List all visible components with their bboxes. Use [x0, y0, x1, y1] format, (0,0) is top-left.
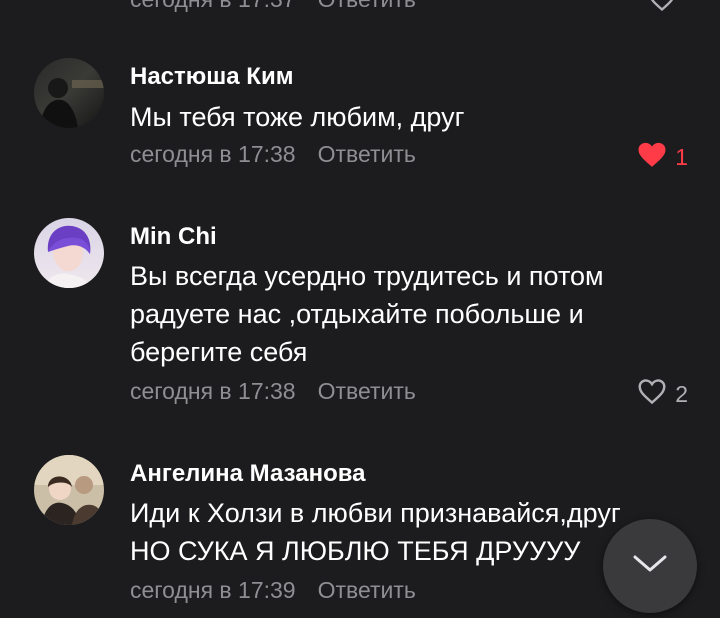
like-button[interactable]: 1 — [637, 141, 688, 174]
comment-text: Вы всегда усердно трудитесь и потом раду… — [130, 257, 690, 371]
reply-button[interactable]: Ответить — [318, 577, 416, 603]
comment-text-line: Иди к Холзи в любви признавайся,друг — [130, 498, 621, 528]
comment-text-line: берегите себя — [130, 337, 308, 367]
comment-time: сегодня в 17:38 — [130, 378, 296, 404]
like-button[interactable]: 2 — [637, 378, 688, 411]
comment-author[interactable]: Min Chi — [130, 223, 217, 251]
previous-comment-meta: сегодня в 17:37 Ответить — [130, 0, 416, 13]
reply-button[interactable]: Ответить — [318, 378, 416, 404]
reply-button[interactable]: Ответить — [318, 141, 416, 167]
comment-meta: сегодня в 17:38 Ответить — [130, 141, 416, 168]
comment-text-line: Мы тебя тоже любим, друг — [130, 102, 465, 132]
heart-icon[interactable] — [648, 0, 676, 17]
chevron-down-icon — [632, 554, 668, 579]
avatar[interactable] — [34, 58, 104, 128]
like-count: 1 — [675, 144, 688, 170]
comment-meta: сегодня в 17:38 Ответить — [130, 378, 416, 405]
avatar[interactable] — [34, 455, 104, 525]
comment-author[interactable]: Ангелина Мазанова — [130, 460, 366, 488]
comment-author[interactable]: Настюша Ким — [130, 63, 293, 91]
comment-time: сегодня в 17:37 — [130, 0, 296, 12]
reply-button[interactable]: Ответить — [318, 0, 416, 12]
avatar[interactable] — [34, 218, 104, 288]
comment-text-line: радуете нас ,отдыхайте побольше и — [130, 299, 584, 329]
comment-time: сегодня в 17:39 — [130, 577, 296, 603]
heart-outline-icon — [637, 378, 667, 411]
heart-filled-icon — [637, 141, 667, 174]
comment-text: Мы тебя тоже любим, друг — [130, 98, 690, 136]
comment-text-line: Вы всегда усердно трудитесь и потом — [130, 261, 604, 291]
comment-meta: сегодня в 17:39 Ответить — [130, 577, 416, 604]
comment-time: сегодня в 17:38 — [130, 141, 296, 167]
scroll-down-button[interactable] — [603, 519, 697, 613]
like-count: 2 — [675, 381, 688, 407]
